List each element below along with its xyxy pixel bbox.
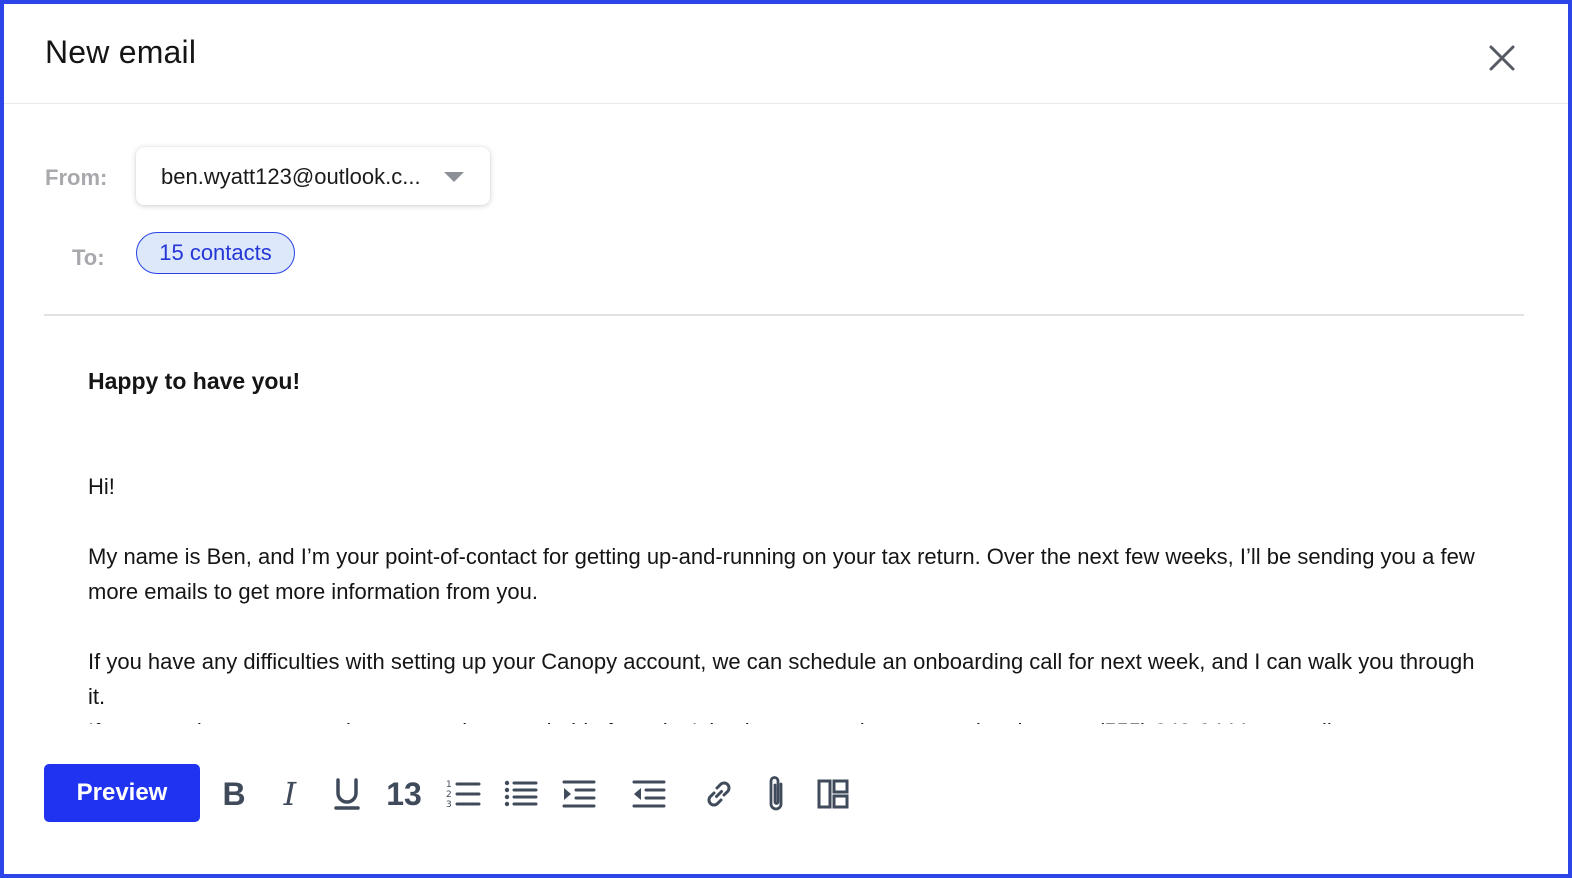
indent-button[interactable]: [556, 772, 602, 816]
italic-button[interactable]: I: [270, 772, 310, 816]
to-label: To:: [72, 245, 105, 270]
email-paragraph: Hi!: [88, 474, 115, 499]
window-title: New email: [45, 34, 197, 70]
email-paragraph: If you have any difficulties with settin…: [88, 649, 1475, 709]
from-label: From:: [45, 165, 108, 190]
underline-button[interactable]: [326, 772, 368, 816]
underline-icon: [334, 778, 360, 810]
email-body-editor[interactable]: Happy to have you! Hi! My name is Ben, a…: [88, 334, 1488, 724]
close-button[interactable]: [1482, 38, 1522, 78]
ordered-list-button[interactable]: 1 2 3: [440, 772, 486, 816]
preview-button[interactable]: Preview: [44, 764, 200, 822]
ordered-list-icon: 1 2 3: [446, 780, 481, 810]
font-size-button[interactable]: 13: [380, 772, 428, 816]
header-divider: [44, 314, 1524, 316]
from-value: ben.wyatt123@outlook.c...: [161, 164, 421, 189]
chevron-down-icon: [444, 172, 464, 182]
email-heading: Happy to have you!: [88, 368, 301, 394]
outdent-button[interactable]: [626, 772, 672, 816]
paperclip-icon: [769, 776, 783, 811]
bulleted-list-button[interactable]: [498, 772, 544, 816]
from-select[interactable]: ben.wyatt123@outlook.c...: [136, 147, 490, 205]
close-icon: [1489, 45, 1515, 71]
outdent-icon: [632, 780, 666, 808]
email-paragraph: My name is Ben, and I’m your point-of-co…: [88, 544, 1475, 604]
bulleted-list-icon: [504, 780, 538, 807]
attach-file-button[interactable]: [756, 772, 796, 816]
svg-text:3: 3: [446, 800, 452, 810]
link-icon: [707, 781, 731, 807]
svg-text:1: 1: [446, 780, 452, 790]
insert-layout-button[interactable]: [810, 772, 856, 816]
insert-link-button[interactable]: [696, 772, 742, 816]
indent-icon: [562, 780, 596, 808]
formatting-toolbar: Preview B I 13 1 2 3: [4, 764, 1568, 826]
email-compose-window: New email From: ben.wyatt123@outlook.c..…: [0, 0, 1572, 878]
recipients-chip[interactable]: 15 contacts: [136, 232, 295, 274]
email-paragraph: If you ever have any questions or need t…: [88, 714, 1483, 724]
layout-icon: [817, 779, 849, 809]
compose-header: New email: [4, 4, 1568, 104]
bold-button[interactable]: B: [214, 772, 254, 816]
svg-text:2: 2: [446, 790, 452, 800]
